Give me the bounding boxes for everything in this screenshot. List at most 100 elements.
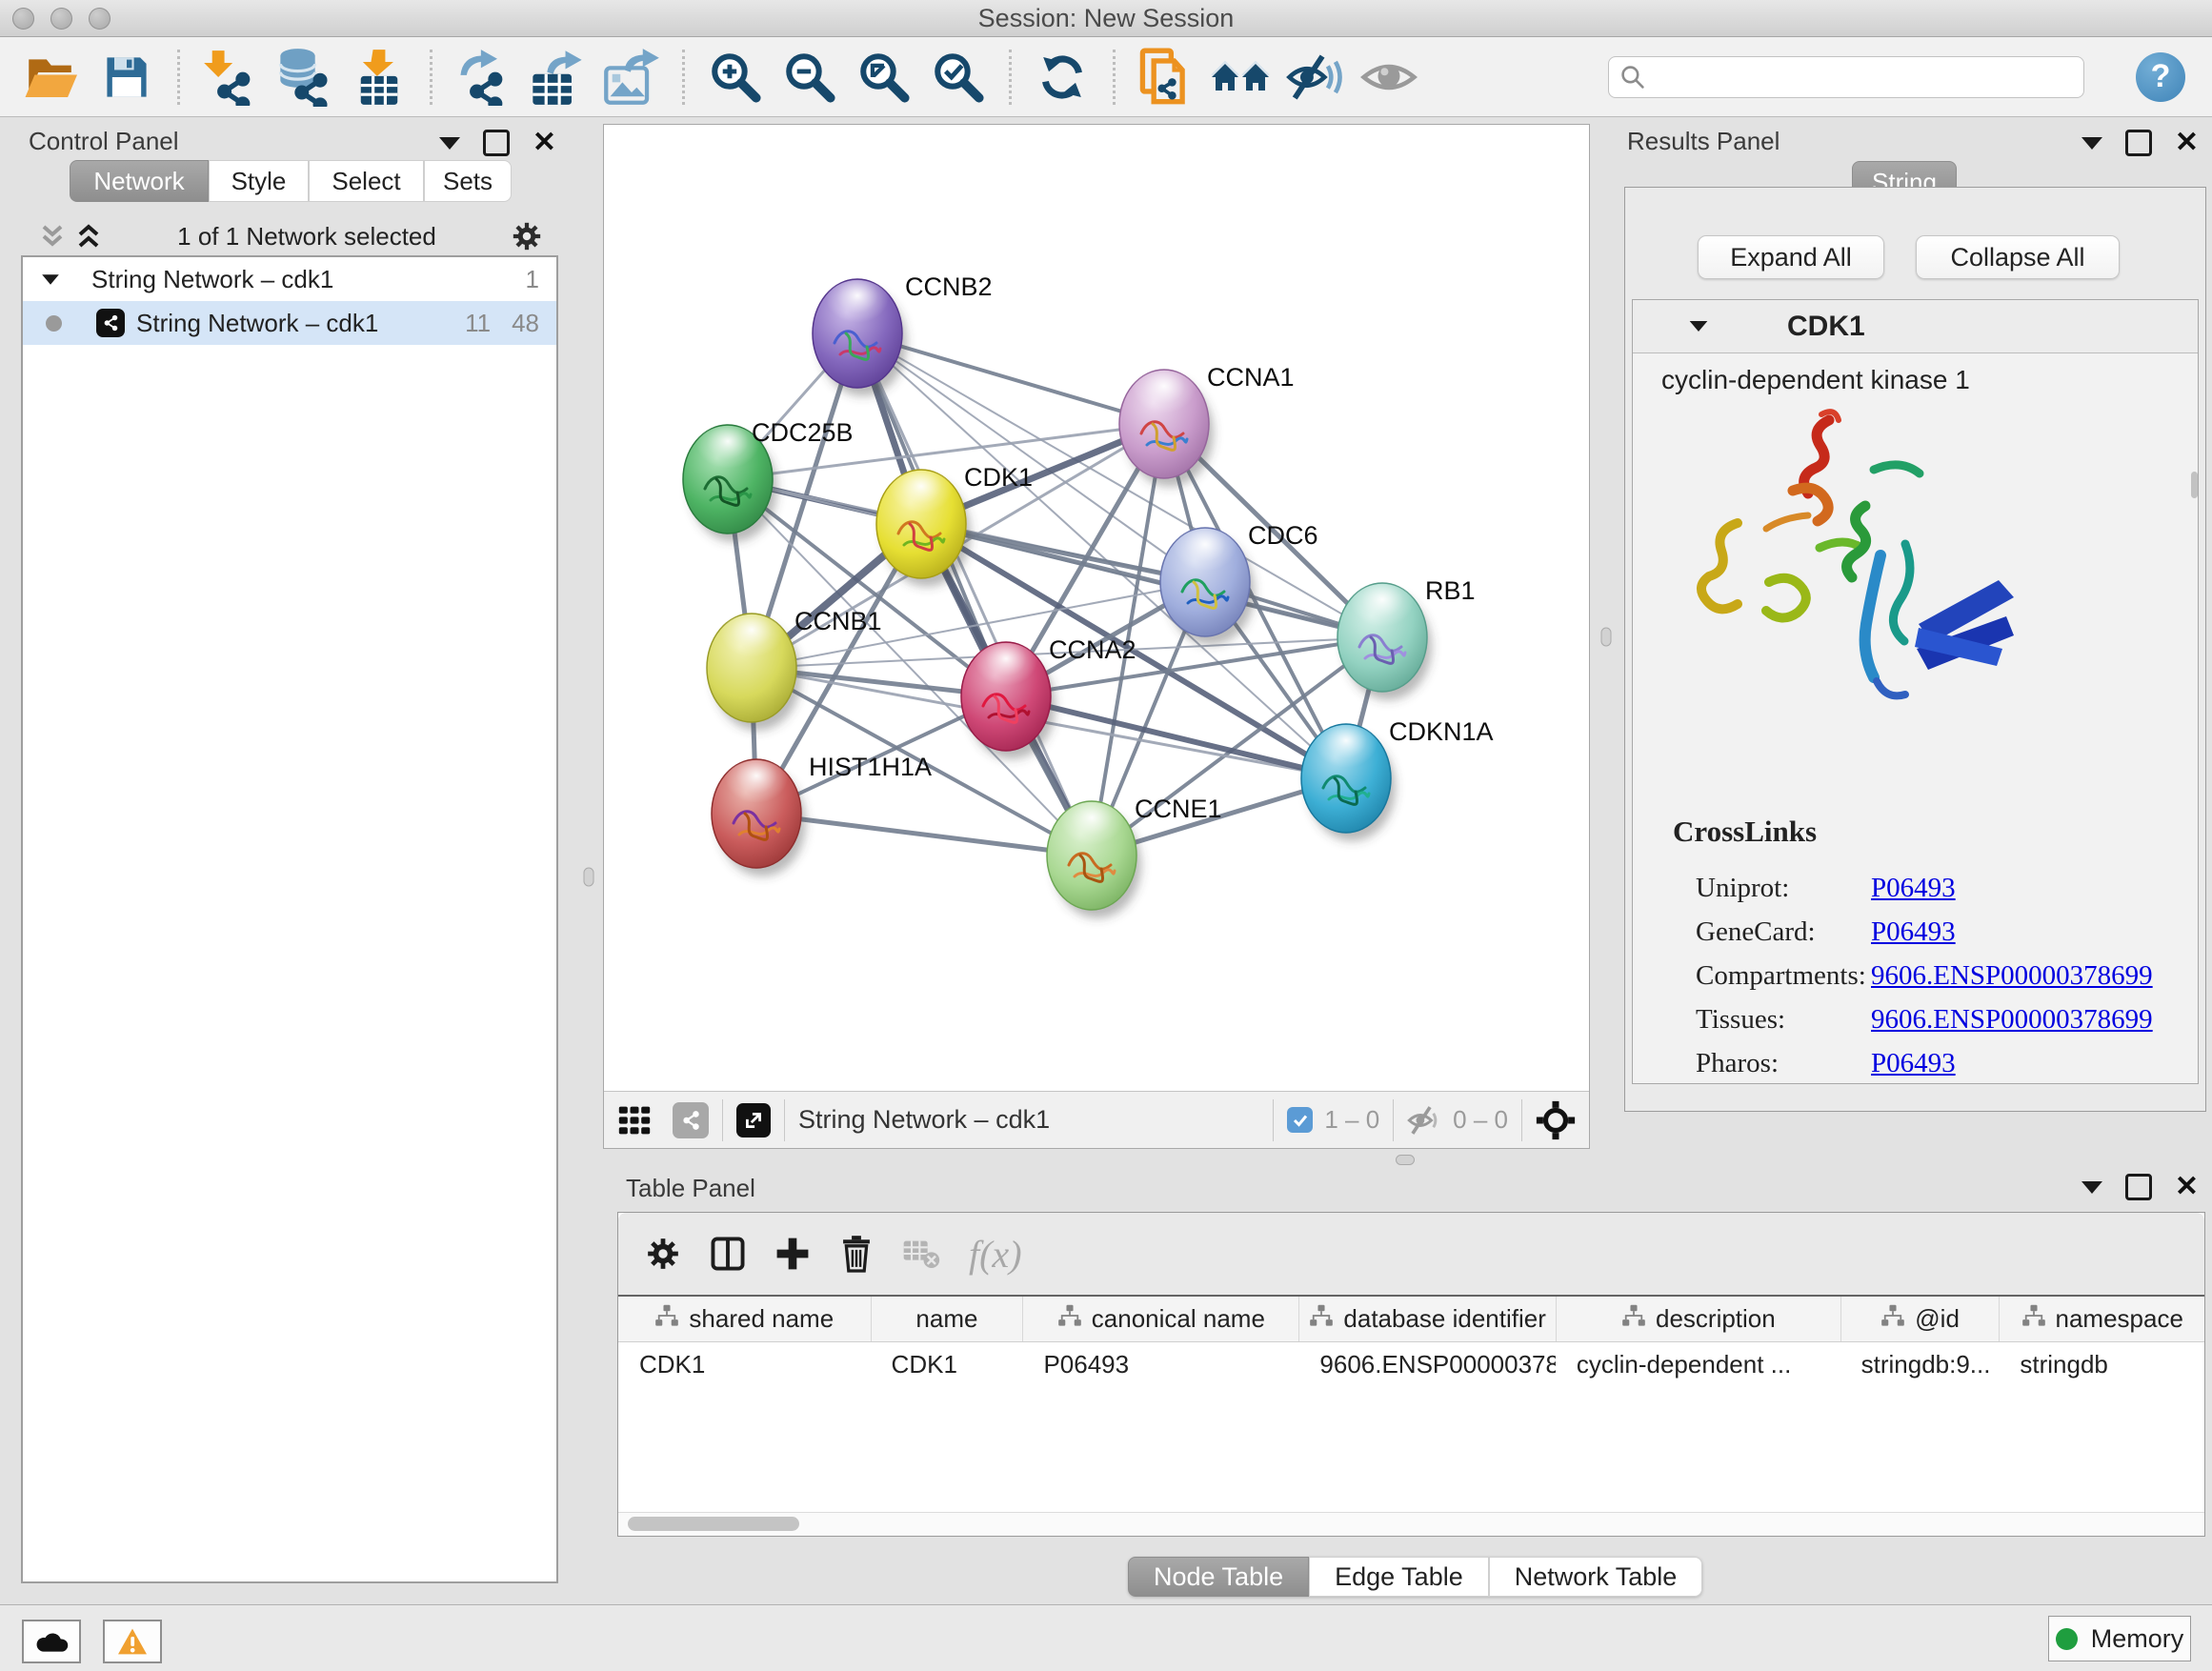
network-canvas[interactable]: CCNB2CCNA1CDC25BCDK1CDC6RB1CCNB1CCNA2CDK… [604,125,1589,1091]
panel-menu-icon[interactable] [2081,137,2102,150]
expand-all-button[interactable]: Expand All [1698,235,1884,279]
zoom-fit-button[interactable] [853,46,915,109]
column-header-shared-name[interactable]: shared name [618,1297,871,1341]
node-label: RB1 [1425,576,1476,605]
open-session-button[interactable] [21,46,84,109]
panel-float-icon[interactable] [2125,130,2152,156]
expand-all-icon[interactable] [74,222,103,251]
tab-network-table[interactable]: Network Table [1489,1557,1703,1597]
export-network-button[interactable] [452,46,514,109]
panel-close-icon[interactable]: ✕ [2175,1177,2199,1198]
column-header-name[interactable]: name [871,1297,1023,1341]
table-cell[interactable]: 9606.ENSP00000378699 [1298,1342,1555,1386]
column-header-database-identifier[interactable]: database identifier [1298,1297,1556,1341]
table-cell[interactable]: P06493 [1022,1342,1298,1386]
show-all-button[interactable] [1357,46,1420,109]
network-selection-status: 1 of 1 Network selected [103,222,511,252]
hidden-eye-slash-icon[interactable] [1407,1105,1443,1136]
collapse-all-icon[interactable] [38,222,67,251]
save-session-button[interactable] [95,46,158,109]
show-columns-icon[interactable] [710,1235,746,1273]
gene-section-header[interactable]: CDK1 [1633,300,2198,353]
cloud-button[interactable] [22,1620,81,1663]
splitter-handle-right[interactable] [1601,628,1612,647]
results-scrollbar-thumb[interactable] [2191,472,2198,498]
options-gear-icon[interactable] [511,220,543,252]
table-tabs: Node Table Edge Table Network Table [1128,1557,1702,1597]
panel-menu-icon[interactable] [439,137,460,150]
tree-expander-icon[interactable] [42,274,59,284]
network-node-CDC6[interactable]: CDC6 [1160,521,1318,645]
section-expander-icon[interactable] [1690,321,1708,332]
network-node-CCNB1[interactable]: CCNB1 [707,607,882,731]
import-table-button[interactable] [348,46,411,109]
toolbar-separator [1521,1099,1522,1141]
export-image-button[interactable] [600,46,663,109]
export-table-button[interactable] [526,46,589,109]
selected-checkbox-icon[interactable] [1287,1107,1313,1133]
hide-selected-button[interactable] [1283,46,1346,109]
column-header-description[interactable]: description [1556,1297,1840,1341]
column-header-canonical-name[interactable]: canonical name [1022,1297,1298,1341]
panel-float-icon[interactable] [2125,1174,2152,1200]
network-node-RB1[interactable]: RB1 [1337,576,1476,700]
table-cell[interactable]: stringdb [1999,1342,2204,1386]
network-row-selected[interactable]: String Network – cdk1 11 48 [23,301,556,345]
import-database-button[interactable] [273,46,336,109]
network-node-CCNE1[interactable]: CCNE1 [1047,795,1222,918]
crosslink-link[interactable]: 9606.ENSP00000378699 [1871,960,2153,992]
crosslink-link[interactable]: 9606.ENSP00000378699 [1871,1004,2153,1036]
tab-select[interactable]: Select [309,160,424,202]
zoom-in-button[interactable] [704,46,767,109]
table-cell[interactable]: CDK1 [618,1342,871,1386]
tab-node-table[interactable]: Node Table [1128,1557,1309,1597]
network-node-CDC25B[interactable]: CDC25B [683,418,854,542]
birdseye-crosshair-icon[interactable] [1536,1100,1576,1140]
tab-network[interactable]: Network [70,160,209,202]
splitter-handle-left[interactable] [584,868,594,887]
zoom-out-button[interactable] [778,46,841,109]
table-settings-gear-icon[interactable] [645,1236,681,1272]
search-field[interactable] [1608,56,2084,98]
network-node-CDK1[interactable]: CDK1 [876,463,1033,587]
help-button[interactable]: ? [2136,52,2185,102]
tab-edge-table[interactable]: Edge Table [1309,1557,1489,1597]
tab-sets[interactable]: Sets [424,160,512,202]
network-node-CDKN1A[interactable]: CDKN1A [1301,717,1494,841]
warnings-button[interactable] [103,1620,162,1663]
table-hscrollbar[interactable] [618,1512,2204,1536]
panel-float-icon[interactable] [483,130,510,156]
search-input[interactable] [1655,61,2072,92]
network-node-HIST1H1A[interactable]: HIST1H1A [712,753,932,876]
column-header--id[interactable]: @id [1840,1297,2000,1341]
home-button[interactable] [1209,46,1272,109]
clone-network-button[interactable] [1135,46,1197,109]
import-network-button[interactable] [199,46,262,109]
network-share-icon[interactable] [673,1102,709,1138]
panel-close-icon[interactable]: ✕ [2175,132,2199,153]
zoom-selected-button[interactable] [927,46,990,109]
table-cell[interactable]: stringdb:9... [1840,1342,2000,1386]
splitter-handle-bottom[interactable] [1396,1155,1415,1165]
open-in-new-icon[interactable] [736,1103,771,1137]
delete-column-trash-icon[interactable] [839,1235,874,1273]
network-node-CCNB2[interactable]: CCNB2 [813,272,993,396]
refresh-button[interactable] [1031,46,1094,109]
add-column-icon[interactable] [774,1236,811,1272]
collapse-all-button[interactable]: Collapse All [1916,235,2120,279]
table-row[interactable]: CDK1CDK1P064939606.ENSP00000378699cyclin… [618,1342,2204,1386]
tab-style[interactable]: Style [209,160,309,202]
memory-indicator[interactable]: Memory [2048,1616,2191,1661]
crosslink-link[interactable]: P06493 [1871,873,1956,904]
panel-menu-icon[interactable] [2081,1181,2102,1194]
hscrollbar-thumb[interactable] [628,1517,799,1531]
table-cell[interactable]: cyclin-dependent ... [1556,1342,1840,1386]
network-collection-row[interactable]: String Network – cdk1 1 [23,257,556,301]
grid-view-icon[interactable] [617,1103,652,1137]
crosslink-link[interactable]: P06493 [1871,1048,1956,1079]
panel-close-icon[interactable]: ✕ [533,132,556,153]
node-table-container: f(x) shared namenamecanonical namedataba… [617,1212,2205,1537]
crosslink-link[interactable]: P06493 [1871,916,1956,948]
column-header-namespace[interactable]: namespace [1999,1297,2204,1341]
table-cell[interactable]: CDK1 [871,1342,1023,1386]
